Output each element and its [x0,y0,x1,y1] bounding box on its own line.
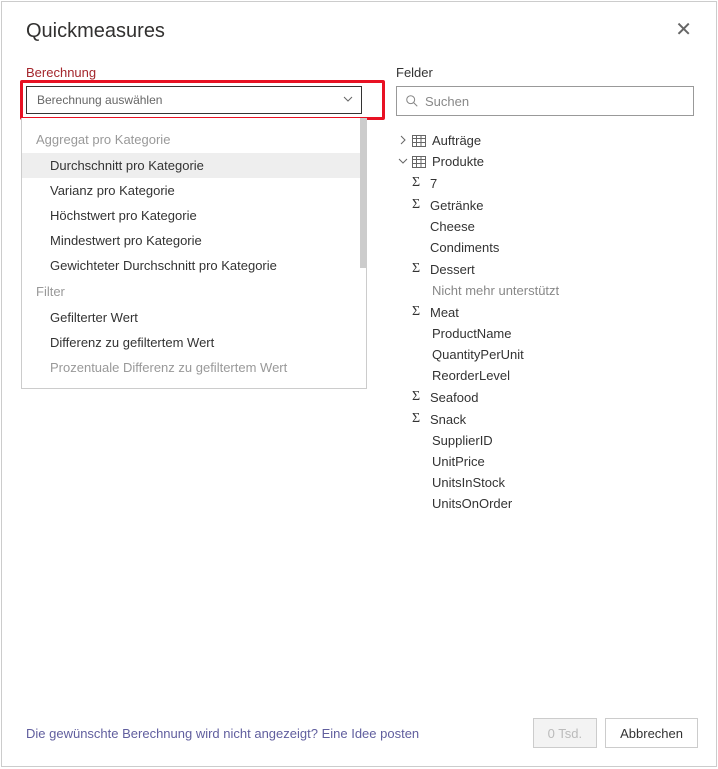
scrollbar[interactable] [360,118,366,268]
calculation-pane: Berechnung Berechnung auswählen Aggregat… [26,53,374,702]
tree-label: Snack [430,412,466,427]
calculation-dropdown[interactable]: Berechnung auswählen [26,86,362,114]
highlight-frame: Berechnung auswählen [26,86,374,114]
fields-pane: Felder Suchen Aufträge [374,53,716,702]
tree-label: Aufträge [432,133,481,148]
tree-label: UnitPrice [432,454,485,469]
tree-label: UnitsOnOrder [432,496,512,511]
tree-field-row[interactable]: Σ Seafood [396,386,706,408]
footer-link[interactable]: Die gewünschte Berechnung wird nicht ang… [26,726,419,741]
close-icon: ✕ [675,19,692,41]
close-button[interactable]: ✕ [675,20,692,40]
dialog-footer: Die gewünschte Berechnung wird nicht ang… [2,702,716,766]
tree-field-row[interactable]: Σ Dessert [396,258,706,280]
ok-button: 0 Tsd. [533,718,597,748]
tree-field-row[interactable]: UnitsOnOrder [396,493,706,514]
tree-table-row[interactable]: Produkte [396,151,706,172]
chevron-down-icon [396,155,410,169]
sigma-icon: Σ [412,197,424,213]
quickmeasure-dialog: Quickmeasures ✕ Berechnung Berechnung au… [1,1,717,767]
dropdown-group-header: Filter [22,278,366,305]
tree-field-row[interactable]: Cheese [396,216,706,237]
tree-field-row[interactable]: UnitsInStock [396,472,706,493]
table-icon [412,135,426,147]
dialog-title: Quickmeasures [26,20,165,43]
tree-field-row[interactable]: UnitPrice [396,451,706,472]
tree-field-row[interactable]: QuantityPerUnit [396,344,706,365]
chevron-down-icon [343,94,353,107]
dropdown-item[interactable]: Höchstwert pro Kategorie [22,203,366,228]
tree-label: 7 [430,176,437,191]
search-placeholder: Suchen [425,94,469,109]
tree-table-row[interactable]: Aufträge [396,130,706,151]
search-input[interactable]: Suchen [396,86,694,116]
sigma-icon: Σ [412,304,424,320]
tree-label: Seafood [430,390,478,405]
tree-label: Nicht mehr unterstützt [432,283,559,298]
tree-label: Getränke [430,198,483,213]
cancel-button[interactable]: Abbrechen [605,718,698,748]
tree-label: Dessert [430,262,475,277]
tree-label: Cheese [430,219,475,234]
tree-field-row[interactable]: ProductName [396,323,706,344]
dialog-header: Quickmeasures ✕ [2,2,716,53]
tree-label: UnitsInStock [432,475,505,490]
sigma-icon: Σ [412,261,424,277]
tree-field-row[interactable]: SupplierID [396,430,706,451]
tree-field-row[interactable]: Σ 7 [396,172,706,194]
calculation-dropdown-placeholder: Berechnung auswählen [37,93,162,107]
tree-field-row[interactable]: Σ Getränke [396,194,706,216]
dropdown-item[interactable]: Differenz zu gefiltertem Wert [22,330,366,355]
tree-label: ReorderLevel [432,368,510,383]
dropdown-item[interactable]: Gewichteter Durchschnitt pro Kategorie [22,253,366,278]
tree-field-row[interactable]: Condiments [396,237,706,258]
dropdown-item[interactable]: Gefilterter Wert [22,305,366,330]
dialog-body: Berechnung Berechnung auswählen Aggregat… [2,53,716,702]
dropdown-item[interactable]: Prozentuale Differenz zu gefiltertem Wer… [22,355,366,380]
footer-buttons: 0 Tsd. Abbrechen [533,718,698,748]
sigma-icon: Σ [412,411,424,427]
tree-label: SupplierID [432,433,493,448]
tree-field-row[interactable]: Σ Snack [396,408,706,430]
sigma-icon: Σ [412,175,424,191]
dropdown-item[interactable]: Durchschnitt pro Kategorie [22,153,366,178]
dropdown-group-header: Aggregat pro Kategorie [22,126,366,153]
field-tree: Aufträge Produkte Σ 7 Σ [396,130,706,514]
tree-note-row: Nicht mehr unterstützt [396,280,706,301]
tree-field-row[interactable]: ReorderLevel [396,365,706,386]
tree-field-row[interactable]: Σ Meat [396,301,706,323]
fields-label: Felder [396,65,706,80]
dropdown-item[interactable]: Mindestwert pro Kategorie [22,228,366,253]
search-icon [405,94,419,108]
sigma-icon: Σ [412,389,424,405]
tree-label: Meat [430,305,459,320]
table-icon [412,156,426,168]
tree-label: QuantityPerUnit [432,347,524,362]
dropdown-item[interactable]: Varianz pro Kategorie [22,178,366,203]
calculation-dropdown-panel: Aggregat pro Kategorie Durchschnitt pro … [21,118,367,389]
tree-label: ProductName [432,326,511,341]
tree-label: Condiments [430,240,499,255]
tree-label: Produkte [432,154,484,169]
calculation-label: Berechnung [26,65,374,80]
chevron-right-icon [396,134,410,148]
